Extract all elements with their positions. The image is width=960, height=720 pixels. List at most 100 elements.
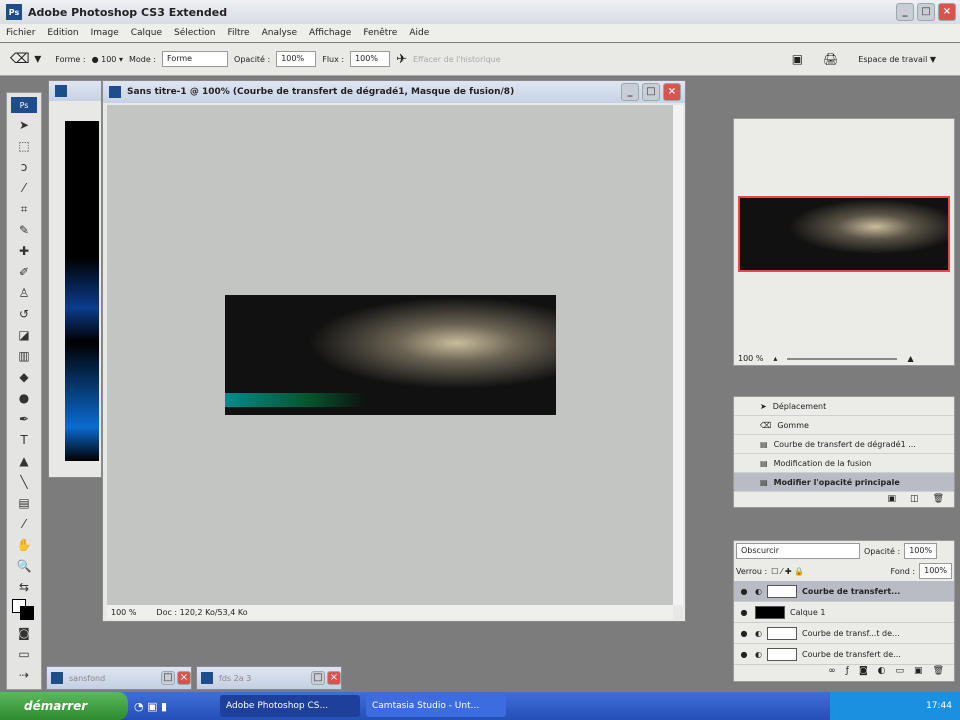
screen-mode-icon[interactable]: ▭ [15,645,33,663]
color-swatches[interactable] [12,599,36,621]
fx-icon[interactable]: ƒ [846,666,849,676]
doc-minimize-button[interactable]: _ [621,83,639,101]
lock-icons[interactable]: ☐ ⁄ ✚ 🔒 [771,567,804,576]
marquee-tool-icon[interactable]: ⬚ [15,137,33,155]
eye-icon[interactable]: ● [738,650,750,659]
zoom-in-icon[interactable]: ▲ [907,354,913,363]
zoom-tool-icon[interactable]: 🔍 [15,557,33,575]
brush-tool-icon[interactable]: ✐ [15,263,33,281]
opacite-field[interactable]: 100% [276,51,317,67]
path-selection-icon[interactable]: ▲ [15,452,33,470]
navigator-zoom[interactable]: 100 % [738,354,763,363]
background-document-window[interactable] [48,80,102,478]
restore-button[interactable]: □ [161,671,175,685]
close-button[interactable]: × [327,671,341,685]
doc-info[interactable]: Doc : 120,2 Ko/53,4 Ko [156,608,247,617]
eye-icon[interactable]: ● [738,608,750,617]
airbrush-icon[interactable]: ✈ [396,52,407,67]
healing-brush-icon[interactable]: ✚ [15,242,33,260]
palette-icon[interactable]: ▣ [792,52,803,66]
eye-icon[interactable]: ● [738,587,750,596]
canvas-area[interactable] [107,105,673,605]
vertical-scrollbar[interactable] [673,105,683,605]
close-button[interactable]: × [177,671,191,685]
menu-filtre[interactable]: Filtre [228,28,250,38]
layer-row[interactable]: ● ◐ Courbe de transf...t de... [734,623,954,644]
history-item-selected[interactable]: ▤ Modifier l'opacité principale [734,473,954,492]
menu-fenetre[interactable]: Fenêtre [363,28,397,38]
blend-mode-select[interactable]: Obscurcir [736,543,860,559]
pen-tool-icon[interactable]: ✒ [15,410,33,428]
menu-edition[interactable]: Edition [47,28,78,38]
move-tool-icon[interactable]: ➤ [15,116,33,134]
brush-preset[interactable]: ● 100 ▾ [92,55,123,64]
minimized-document[interactable]: fds 2a 3 □ × [196,666,342,690]
history-item[interactable]: ⌫ Gomme [734,416,954,435]
fill-field[interactable]: 100% [919,563,952,579]
history-item[interactable]: ➤ Déplacement [734,397,954,416]
magic-wand-icon[interactable]: ⁄ [15,179,33,197]
quicklaunch-icons[interactable]: ◔ ▣ ▮ [134,700,214,713]
task-camtasia[interactable]: Camtasia Studio - Unt... [366,695,506,717]
minimized-document[interactable]: sansfond □ × [46,666,192,690]
zoom-level[interactable]: 100 % [111,608,136,617]
layer-row[interactable]: ● ◐ Courbe de transfert de... [734,644,954,665]
snapshot-icon[interactable]: ◫ [910,494,919,504]
mode-select[interactable]: Forme [162,51,229,67]
flux-field[interactable]: 100% [350,51,391,67]
hand-tool-icon[interactable]: ✋ [15,536,33,554]
link-icon[interactable]: ∞ [828,666,836,676]
line-tool-icon[interactable]: ╲ [15,473,33,491]
trash-icon[interactable]: 🗑 [933,666,944,676]
maximize-button[interactable]: □ [917,3,935,21]
canvas-image[interactable] [225,295,556,415]
layer-row[interactable]: ● Calque 1 [734,602,954,623]
swap-colors-icon[interactable]: ⇆ [15,578,33,596]
background-doc-title[interactable] [49,81,101,101]
doc-maximize-button[interactable]: □ [642,83,660,101]
menu-analyse[interactable]: Analyse [262,28,297,38]
adjustment-layer-icon[interactable]: ◐ [878,666,886,676]
stamp-tool-icon[interactable]: ♙ [15,284,33,302]
notes-tool-icon[interactable]: ▤ [15,494,33,512]
task-photoshop[interactable]: Adobe Photoshop CS... [220,695,360,717]
history-brush-icon[interactable]: ↺ [15,305,33,323]
opacity-field[interactable]: 100% [904,543,938,559]
doc-close-button[interactable]: × [663,83,681,101]
workspace-menu[interactable]: Espace de travail ▼ [858,55,936,64]
menu-aide[interactable]: Aide [409,28,429,38]
menu-affichage[interactable]: Affichage [309,28,351,38]
new-document-icon[interactable]: ▣ [888,494,897,504]
restore-button[interactable]: □ [311,671,325,685]
start-button[interactable]: démarrer [0,692,128,720]
bridge-icon[interactable]: 🖨 [823,52,838,66]
lasso-tool-icon[interactable]: ↄ [15,158,33,176]
dodge-tool-icon[interactable]: ● [15,389,33,407]
minimize-button[interactable]: _ [896,3,914,21]
folder-icon[interactable]: ▭ [896,666,905,676]
text-tool-icon[interactable]: T [15,431,33,449]
trash-icon[interactable]: 🗑 [933,494,944,504]
menu-fichier[interactable]: Fichier [6,28,35,38]
menu-selection[interactable]: Sélection [174,28,215,38]
blur-tool-icon[interactable]: ◆ [15,368,33,386]
menu-calque[interactable]: Calque [131,28,162,38]
new-layer-icon[interactable]: ▣ [914,666,923,676]
mask-icon[interactable]: ◙ [859,666,868,676]
eyedropper-3d-icon[interactable]: ⁄ [15,515,33,533]
zoom-slider[interactable] [787,357,898,360]
history-item[interactable]: ▤ Courbe de transfert de dégradé1 ... [734,435,954,454]
document-title-bar[interactable]: Sans titre-1 @ 100% (Courbe de transfert… [103,81,685,103]
zoom-out-icon[interactable]: ▴ [773,354,777,363]
navigator-thumbnail[interactable] [738,196,950,272]
eyedropper-icon[interactable]: ✎ [15,221,33,239]
eraser-icon[interactable]: ⌫ ▾ [10,51,41,67]
effacer-historique-checkbox[interactable]: Effacer de l'historique [413,55,501,64]
gradient-tool-icon[interactable]: ▥ [15,347,33,365]
layer-row[interactable]: ● ◐ Courbe de transfert... [734,581,954,602]
crop-tool-icon[interactable]: ⌗ [15,200,33,218]
menu-image[interactable]: Image [91,28,119,38]
history-item[interactable]: ▤ Modification de la fusion [734,454,954,473]
quick-mask-icon[interactable]: ◙ [15,624,33,642]
imageready-icon[interactable]: ⇢ [15,666,33,684]
